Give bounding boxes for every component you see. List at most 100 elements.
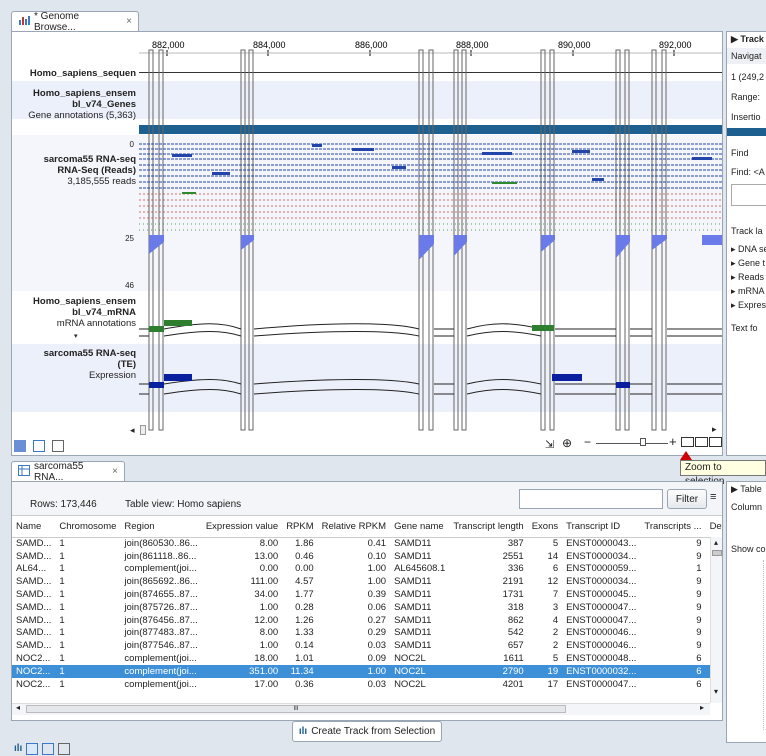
column-header-cell[interactable]: Transcript ID xyxy=(562,517,641,538)
history-icon[interactable] xyxy=(58,743,71,755)
column-header-cell[interactable]: Transcripts ... xyxy=(640,517,706,538)
vertical-scrollbar[interactable] xyxy=(710,537,722,703)
table-scroll-area[interactable]: Name Chromosome Region Expression value RPKM… xyxy=(12,517,722,703)
zoom-in-button[interactable]: + xyxy=(669,434,677,449)
graph-view-icon[interactable] xyxy=(14,440,26,452)
column-header-cell[interactable]: Relative RPKM xyxy=(317,517,391,538)
filter-button[interactable]: Filter xyxy=(667,489,707,509)
table-cell: join(877546..87... xyxy=(124,640,198,652)
table-scroll-thumb[interactable]: III xyxy=(26,705,566,713)
layout-item-expression[interactable]: ▸ Expres xyxy=(731,300,766,311)
zoom-out-button[interactable]: − xyxy=(584,435,591,449)
layout-item-mrna[interactable]: ▸ mRNA xyxy=(731,286,765,297)
table-view-icon[interactable] xyxy=(26,743,39,755)
column-header-cell[interactable]: Gene name xyxy=(390,517,450,538)
table-cell: AL645608.1 xyxy=(394,563,446,575)
table-cell: 1.00 xyxy=(259,640,279,652)
selection-cursor-icon[interactable]: ⇲ xyxy=(545,438,554,451)
table-cell: 9 xyxy=(696,601,702,613)
reads-coverage[interactable] xyxy=(139,143,722,260)
vertical-scroll-thumb[interactable] xyxy=(712,550,722,556)
scroll-down-arrow[interactable]: ▾ xyxy=(714,687,718,696)
horizontal-scroll-thumb[interactable] xyxy=(140,425,146,435)
table-row[interactable]: SAMD... 1 join(874655..87... 34.00 1.77 0.39 S… xyxy=(12,588,722,601)
find-input[interactable]: <A xyxy=(754,167,765,177)
table-cell: 387 xyxy=(507,538,524,550)
track-layout-header[interactable]: Track la xyxy=(731,226,763,236)
ruler-tick-label: 888,000 xyxy=(456,40,489,50)
genome-browser-tab[interactable]: * Genome Browse... × xyxy=(11,11,139,33)
table-cell: complement(joi... xyxy=(124,563,197,575)
position-field[interactable]: 1 (249,2 xyxy=(731,72,764,82)
find-button[interactable] xyxy=(731,184,766,206)
zoom-slider[interactable] xyxy=(596,443,668,444)
column-header-cell[interactable]: Expression value xyxy=(201,517,283,538)
table-cell: 0.03 xyxy=(367,678,387,690)
zoom-to-selection-icon[interactable] xyxy=(681,437,694,447)
zoom-to-fit-icon[interactable] xyxy=(695,437,708,447)
table-cell: 17 xyxy=(547,678,559,690)
table-row[interactable]: SAMD... 1 join(860530..86... 8.00 1.86 0.41 SA… xyxy=(12,537,722,550)
table-row[interactable]: NOC2... 1 complement(joi... 17.00 0.36 0.03 NO… xyxy=(12,678,722,691)
scroll-up-arrow[interactable]: ▴ xyxy=(714,538,718,547)
layout-item-dna[interactable]: ▸ DNA se xyxy=(731,244,766,255)
navigation-header[interactable]: Navigat xyxy=(731,51,762,61)
table-scroll-left-arrow[interactable]: ◂ xyxy=(16,703,20,712)
zoom-base-icon[interactable] xyxy=(709,437,722,447)
exon-markers[interactable] xyxy=(148,49,667,431)
layout-item-gene[interactable]: ▸ Gene t xyxy=(731,258,765,269)
table-row[interactable]: SAMD... 1 join(875726..87... 1.00 0.28 0.06 SA… xyxy=(12,601,722,614)
table-cell: 4.57 xyxy=(295,576,314,588)
create-track-button[interactable]: ılı Create Track from Selection xyxy=(292,721,442,742)
table-cell: 8.00 xyxy=(259,538,279,550)
info-view-icon[interactable] xyxy=(42,743,55,755)
close-icon[interactable]: × xyxy=(112,466,118,477)
genome-visualization[interactable]: 882,000 884,000 886,000 888,000 890,000 … xyxy=(12,32,723,456)
text-format-header[interactable]: Text fo xyxy=(731,323,758,333)
table-view-icon[interactable] xyxy=(32,440,45,452)
table-scroll-right-arrow[interactable]: ▸ xyxy=(700,703,704,712)
find-header[interactable]: Find xyxy=(731,148,749,158)
table-cell: 0.03 xyxy=(367,640,387,652)
track-settings-header[interactable]: ▶ Track xyxy=(731,34,764,45)
layout-item-reads[interactable]: ▸ Reads xyxy=(731,272,764,283)
column-header-cell[interactable]: Region xyxy=(120,517,202,538)
column-header[interactable]: Column xyxy=(731,502,762,512)
insertions-label[interactable]: Insertio xyxy=(731,112,761,122)
table-row[interactable]: SAMD... 1 join(877483..87... 8.00 1.33 0.29 SA… xyxy=(12,627,722,640)
zoom-slider-handle[interactable] xyxy=(640,438,646,446)
column-header-cell[interactable]: Chromosome xyxy=(55,517,121,538)
table-cell: 111.00 xyxy=(250,576,279,588)
table-row[interactable]: SAMD... 1 join(877546..87... 1.00 0.14 0.03 SA… xyxy=(12,639,722,652)
zoom-in-tool-icon[interactable]: ⊕ xyxy=(562,436,572,450)
te-expression[interactable] xyxy=(139,374,722,395)
find-label: Find: <A xyxy=(731,167,765,177)
table-cell: 1.01 xyxy=(295,653,314,665)
table-cell: 6 xyxy=(696,678,702,690)
filter-input[interactable] xyxy=(519,489,663,509)
table-row[interactable]: SAMD... 1 join(876456..87... 12.00 1.26 0.27 S… xyxy=(12,614,722,627)
table-cell: complement(joi... xyxy=(124,678,197,690)
history-icon[interactable] xyxy=(51,440,64,452)
graph-view-icon[interactable]: ılı xyxy=(14,743,22,755)
column-header-cell[interactable]: RPKM xyxy=(282,517,318,538)
table-row[interactable]: SAMD... 1 join(861118..86... 13.00 0.46 0.10 S… xyxy=(12,550,722,563)
close-icon[interactable]: × xyxy=(126,16,132,27)
table-settings-header[interactable]: ▶ Table xyxy=(731,484,762,495)
table-row[interactable]: AL64... 1 complement(joi... 0.00 0.00 1.00 AL6… xyxy=(12,563,722,576)
table-row[interactable]: NOC2... 1 complement(joi... 351.00 11.34 1.00… xyxy=(12,664,722,678)
scroll-right-arrow[interactable]: ▸ xyxy=(712,424,717,435)
column-header-cell[interactable]: Transcript length xyxy=(449,517,528,538)
table-row[interactable]: NOC2... 1 complement(joi... 18.00 1.01 0.09 NO… xyxy=(12,652,722,665)
column-header-cell[interactable]: Name xyxy=(12,517,56,538)
mrna-annotations[interactable] xyxy=(139,320,722,337)
scroll-left-arrow[interactable]: ◂ xyxy=(130,425,135,436)
table-cell: NOC2L xyxy=(390,664,450,678)
filter-options-icon[interactable]: ≡ xyxy=(710,491,716,503)
table-cell: ENST0000059... xyxy=(566,563,637,575)
column-header-cell[interactable]: Exons xyxy=(527,517,563,538)
column-header-cell[interactable]: Detec xyxy=(705,517,722,538)
table-tab[interactable]: sarcoma55 RNA... × xyxy=(11,461,125,483)
table-view-label: Table view: Homo sapiens xyxy=(125,499,242,510)
table-row[interactable]: SAMD... 1 join(865692..86... 111.00 4.57 1.00… xyxy=(12,575,722,588)
